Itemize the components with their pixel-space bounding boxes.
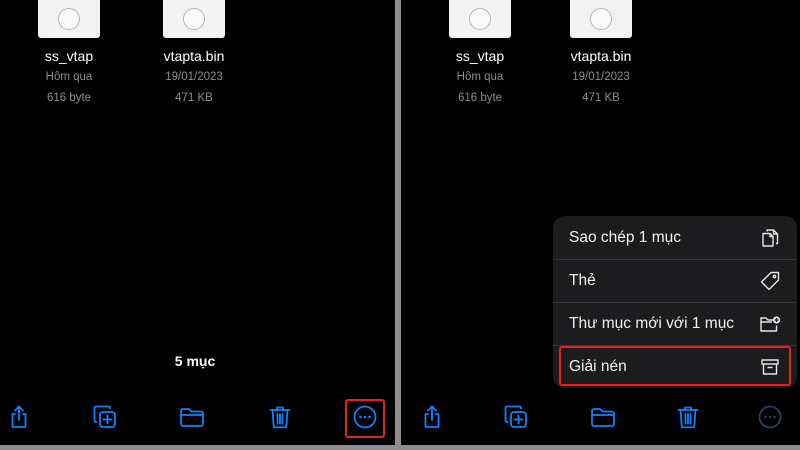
file-thumbnail <box>449 0 511 38</box>
left-panel: ss_vtap Hôm qua 616 byte vtapta.bin 19/0… <box>0 0 395 445</box>
folder-icon <box>591 408 615 427</box>
file-date: Hôm qua <box>456 71 504 83</box>
file-size: 471 KB <box>175 92 213 104</box>
copy-icon <box>762 228 779 247</box>
file-date: 19/01/2023 <box>165 71 223 83</box>
menu-item-label: Sao chép 1 mục <box>569 228 682 246</box>
more-button[interactable] <box>753 400 787 434</box>
right-panel: ss_vtap Hôm qua 616 byte vtapta.bin 19/0… <box>401 0 800 445</box>
file-thumbnail <box>570 0 632 38</box>
file-name: vtapta.bin <box>163 48 225 64</box>
folder-icon <box>180 408 204 427</box>
duplicate-button[interactable] <box>88 400 122 434</box>
file-size: 616 byte <box>457 92 503 104</box>
more-icon <box>758 405 782 429</box>
duplicate-icon <box>93 405 116 428</box>
file-name: ss_vtap <box>44 48 94 64</box>
new-folder-icon <box>760 316 781 332</box>
file-thumbnail <box>163 0 225 38</box>
extract-item-highlight <box>559 346 791 386</box>
delete-button[interactable] <box>671 400 705 434</box>
move-to-folder-button[interactable] <box>175 400 209 434</box>
share-button[interactable] <box>415 400 449 434</box>
duplicate-button[interactable] <box>499 400 533 434</box>
trash-icon <box>269 406 291 429</box>
file-name: ss_vtap <box>455 48 505 64</box>
file-thumbnail <box>38 0 100 38</box>
menu-item-tags[interactable]: Thẻ <box>553 259 797 302</box>
trash-icon <box>677 406 699 429</box>
item-count: 5 mục <box>174 353 216 369</box>
file-name: vtapta.bin <box>570 48 632 64</box>
file-size: 616 byte <box>46 92 92 104</box>
menu-item-new-folder[interactable]: Thư mục mới với 1 mục <box>553 302 797 345</box>
menu-item-copy[interactable]: Sao chép 1 mục <box>553 216 797 259</box>
share-icon <box>424 405 440 428</box>
tag-icon <box>760 271 780 291</box>
menu-item-label: Thẻ <box>569 272 596 289</box>
file-size: 471 KB <box>582 92 620 104</box>
duplicate-icon <box>504 405 527 428</box>
share-icon <box>11 405 27 428</box>
file-date: 19/01/2023 <box>572 71 630 83</box>
move-to-folder-button[interactable] <box>586 400 620 434</box>
file-date: Hôm qua <box>45 71 93 83</box>
share-button[interactable] <box>2 400 36 434</box>
delete-button[interactable] <box>263 400 297 434</box>
menu-item-label: Thư mục mới với 1 mục <box>569 315 735 332</box>
more-button-highlight <box>345 399 385 438</box>
